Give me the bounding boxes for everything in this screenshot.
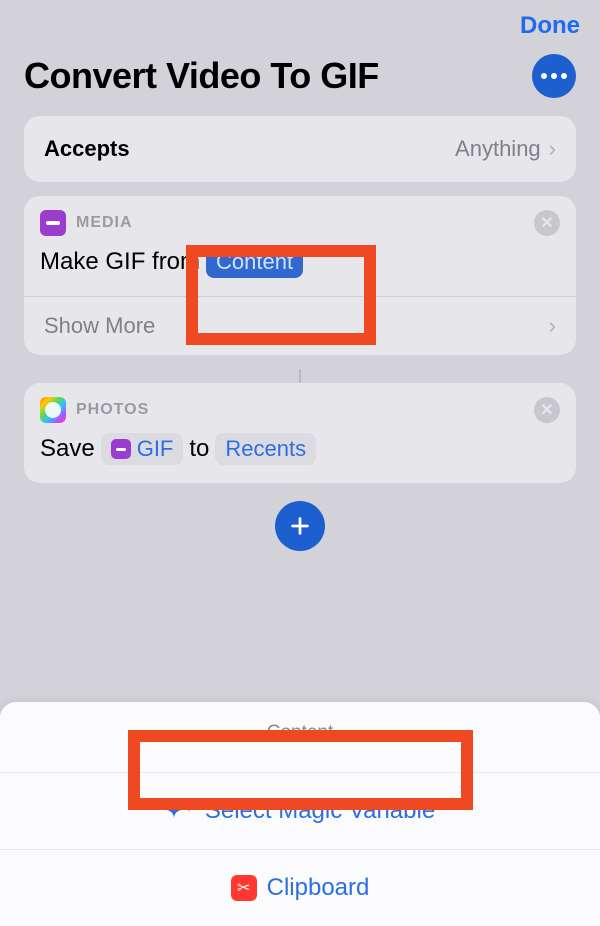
remove-action-button[interactable]: ✕ — [534, 210, 560, 236]
chevron-right-icon: › — [549, 136, 556, 162]
magic-wand-icon: ✦⁺ — [165, 798, 195, 824]
select-magic-variable-button[interactable]: ✦⁺ Select Magic Variable — [0, 772, 600, 849]
chevron-right-icon: › — [549, 313, 556, 339]
gif-variable-pill[interactable]: GIF — [101, 433, 184, 465]
media-app-icon — [40, 210, 66, 236]
remove-action-button[interactable]: ✕ — [534, 397, 560, 423]
accepts-card[interactable]: Accepts Anything › — [24, 116, 576, 182]
sheet-title: Content — [0, 702, 600, 772]
content-variable-pill[interactable]: Content — [206, 246, 303, 278]
action-connector — [299, 369, 301, 383]
save-photos-action-card: PHOTOS ✕ Save GIF to Recents — [24, 383, 576, 483]
done-button[interactable]: Done — [520, 12, 580, 40]
make-gif-action-card: MEDIA ✕ Make GIF from Content Show More … — [24, 196, 576, 355]
save-text: Save — [40, 435, 95, 463]
recents-variable-pill[interactable]: Recents — [215, 433, 316, 465]
scissors-icon: ✂ — [231, 875, 257, 901]
accepts-label: Accepts — [44, 136, 130, 162]
variable-picker-sheet: Content ✦⁺ Select Magic Variable ✂ Clipb… — [0, 702, 600, 926]
media-category-label: MEDIA — [76, 214, 133, 232]
make-gif-text: Make GIF from — [40, 248, 200, 276]
photos-app-icon — [40, 397, 66, 423]
accepts-value: Anything — [455, 136, 541, 162]
to-text: to — [189, 435, 209, 463]
more-menu-button[interactable] — [532, 54, 576, 98]
clipboard-button[interactable]: ✂ Clipboard — [0, 849, 600, 926]
photos-category-label: PHOTOS — [76, 401, 149, 419]
page-title: Convert Video To GIF — [24, 55, 379, 97]
show-more-button[interactable]: Show More › — [24, 296, 576, 355]
add-action-button[interactable] — [275, 501, 325, 551]
